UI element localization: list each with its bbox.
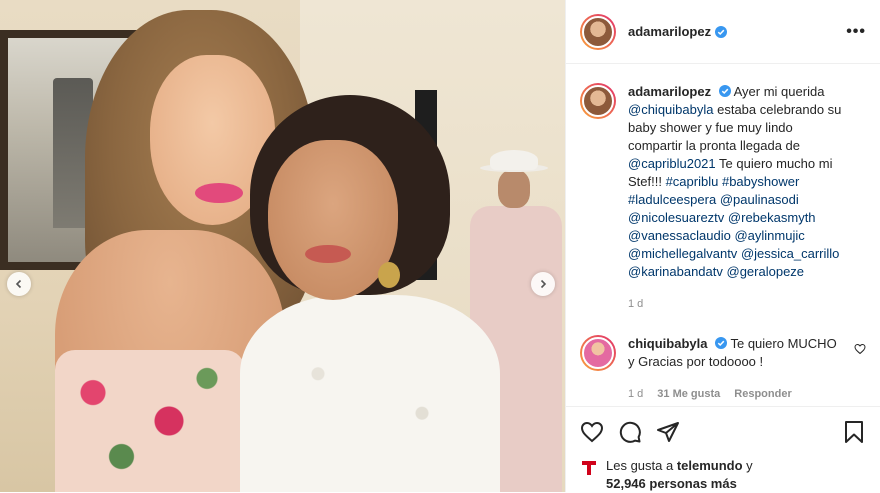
caption-text: Ayer mi querida @chiquibabyla estaba cel… xyxy=(628,84,841,279)
person-left-smile xyxy=(195,183,243,203)
instagram-post: adamarilopez ••• adamarilopez Ayer mi qu… xyxy=(0,0,880,492)
comment-item: chiquibabyla Te quiero MUCHO y Gracias p… xyxy=(580,335,866,403)
likes-count[interactable]: 52,946 personas más xyxy=(606,476,737,491)
chevron-right-icon xyxy=(540,279,547,289)
likes-text: Les gusta a telemundo y 52,946 personas … xyxy=(606,457,753,493)
bookmark-icon[interactable] xyxy=(842,420,866,444)
next-photo-button[interactable] xyxy=(531,272,555,296)
post-actions: Les gusta a telemundo y 52,946 personas … xyxy=(566,406,880,492)
person-right-smile xyxy=(305,245,351,263)
likes-middle: y xyxy=(742,458,753,473)
caption-link[interactable]: @geralopeze xyxy=(727,264,805,279)
caption-link[interactable]: #ladulceespera xyxy=(628,192,716,207)
caption-link[interactable]: @paulinasodi xyxy=(720,192,799,207)
caption-link[interactable]: @karinabandatv xyxy=(628,264,723,279)
comment-body: chiquibabyla Te quiero MUCHO y Gracias p… xyxy=(628,335,843,403)
commenter-username[interactable]: chiquibabyla xyxy=(628,336,707,351)
chevron-left-icon xyxy=(15,279,22,289)
caption-meta: 1 d xyxy=(628,295,843,313)
caption-text-segment: Ayer mi querida xyxy=(733,84,825,99)
comment-time[interactable]: 1 d xyxy=(628,385,643,403)
heart-icon[interactable] xyxy=(580,420,604,444)
caption-username[interactable]: adamarilopez xyxy=(628,84,711,99)
telemundo-logo-icon xyxy=(582,461,596,475)
action-icons xyxy=(580,419,866,445)
caption-link[interactable]: @jessica_carrillo xyxy=(741,246,839,261)
verified-badge-icon xyxy=(715,337,728,349)
verified-badge-icon xyxy=(718,85,731,97)
caption-link[interactable]: #babyshower xyxy=(722,174,799,189)
caption-link[interactable]: @aylinmujic xyxy=(734,228,804,243)
caption-link[interactable]: @chiquibabyla xyxy=(628,102,713,117)
likes-first-user[interactable]: telemundo xyxy=(677,458,743,473)
verified-badge-icon xyxy=(715,25,728,38)
floral-dress xyxy=(55,350,245,492)
caption: adamarilopez Ayer mi querida @chiquibaby… xyxy=(580,83,866,313)
likes-summary: Les gusta a telemundo y 52,946 personas … xyxy=(580,457,866,493)
share-icon[interactable] xyxy=(656,420,680,444)
reply-button[interactable]: Responder xyxy=(734,385,791,403)
more-options-icon[interactable]: ••• xyxy=(846,23,866,41)
comment-likes[interactable]: 31 Me gusta xyxy=(657,385,720,403)
likes-prefix: Les gusta a xyxy=(606,458,677,473)
caption-link[interactable]: @rebekasmyth xyxy=(728,210,816,225)
comment-meta: 1 d 31 Me gusta Responder xyxy=(628,385,843,403)
comment-icon[interactable] xyxy=(618,420,642,444)
caption-body: adamarilopez Ayer mi querida @chiquibaby… xyxy=(628,83,843,313)
post-photo[interactable] xyxy=(0,0,565,492)
author-username[interactable]: adamarilopez xyxy=(628,24,711,39)
post-side-panel: adamarilopez ••• adamarilopez Ayer mi qu… xyxy=(565,0,880,492)
caption-link[interactable]: @vanessaclaudio xyxy=(628,228,731,243)
previous-photo-button[interactable] xyxy=(7,272,31,296)
caption-avatar[interactable] xyxy=(580,83,616,119)
heart-icon[interactable] xyxy=(854,343,866,355)
comments-section: adamarilopez Ayer mi querida @chiquibaby… xyxy=(566,65,880,405)
caption-time[interactable]: 1 d xyxy=(628,295,643,313)
commenter-avatar[interactable] xyxy=(580,335,616,371)
author-avatar[interactable] xyxy=(580,13,616,50)
post-header: adamarilopez ••• xyxy=(566,0,880,64)
caption-link[interactable]: #capriblu xyxy=(666,174,719,189)
caption-link[interactable]: @nicolesuareztv xyxy=(628,210,724,225)
white-lace-blouse xyxy=(240,295,500,492)
gold-earring xyxy=(378,262,400,288)
caption-link[interactable]: @michellegalvantv xyxy=(628,246,737,261)
caption-link[interactable]: @capriblu2021 xyxy=(628,156,716,171)
